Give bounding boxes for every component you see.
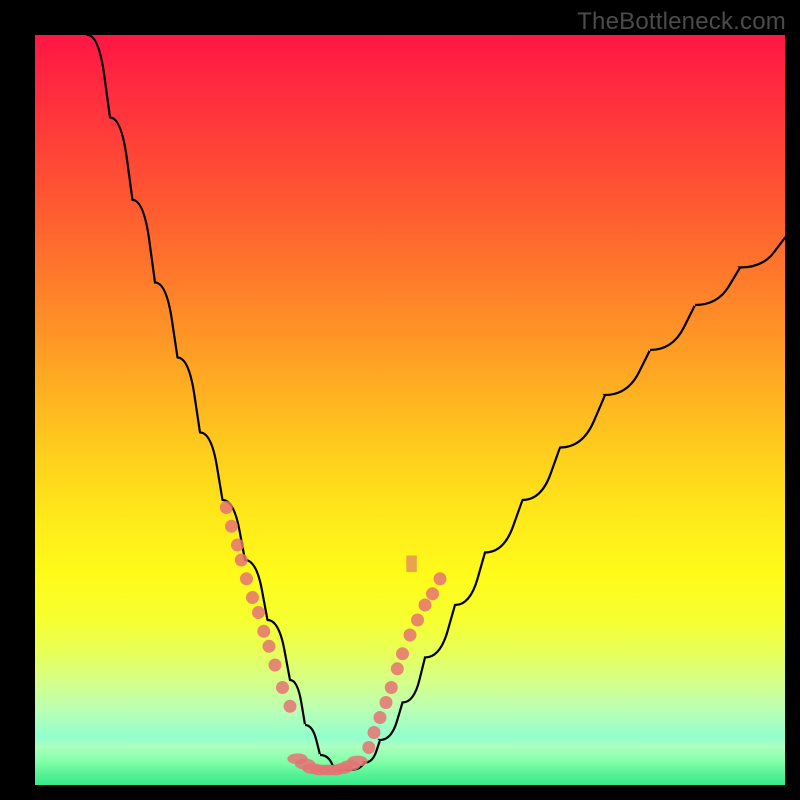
- scatter-left-branch: [220, 501, 297, 713]
- data-point: [240, 572, 253, 585]
- data-point: [284, 700, 297, 713]
- data-point: [396, 647, 409, 660]
- data-point: [362, 741, 375, 754]
- data-point: [385, 681, 398, 694]
- data-point: [269, 659, 282, 672]
- data-point: [419, 599, 432, 612]
- scatter-right-branch: [362, 572, 446, 754]
- data-point: [220, 501, 233, 514]
- data-point: [263, 640, 276, 653]
- data-point: [231, 539, 244, 552]
- data-point: [246, 591, 259, 604]
- valley-point: [347, 756, 367, 767]
- anomaly-tick: [406, 556, 417, 573]
- data-point: [257, 625, 270, 638]
- data-point: [235, 554, 248, 567]
- anomaly-tick-rect: [406, 556, 417, 573]
- data-point: [404, 629, 417, 642]
- data-point: [391, 662, 404, 675]
- data-point: [225, 520, 238, 533]
- data-point: [426, 587, 439, 600]
- watermark-label: TheBottleneck.com: [577, 8, 786, 36]
- data-point: [368, 726, 381, 739]
- data-point: [374, 711, 387, 724]
- data-point: [252, 606, 265, 619]
- data-point: [380, 696, 393, 709]
- plot-area: [35, 35, 785, 785]
- data-point: [434, 572, 447, 585]
- chart-svg-layer: [35, 35, 785, 785]
- bottleneck-curve: [88, 35, 786, 770]
- data-point: [411, 614, 424, 627]
- data-point: [276, 681, 289, 694]
